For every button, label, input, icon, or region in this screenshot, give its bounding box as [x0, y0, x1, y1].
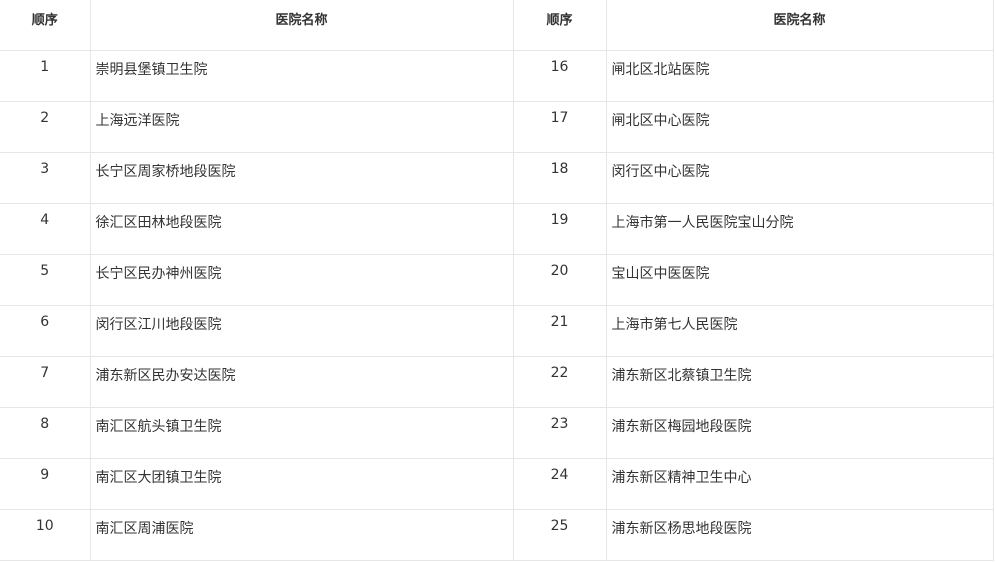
hospital-name-cell: 长宁区民办神州医院 — [89, 254, 514, 306]
header-order-right: 顺序 — [512, 0, 607, 51]
hospital-name-cell: 宝山区中医医院 — [605, 254, 994, 306]
hospital-name-cell: 上海市第七人民医院 — [605, 305, 994, 357]
order-cell: 7 — [0, 356, 91, 408]
hospital-name-cell: 崇明县堡镇卫生院 — [89, 50, 514, 102]
table-row: 7 浦东新区民办安达医院 22 浦东新区北蔡镇卫生院 — [0, 356, 994, 408]
hospital-name-cell: 闵行区中心医院 — [605, 152, 994, 204]
table-row: 5 长宁区民办神州医院 20 宝山区中医医院 — [0, 254, 994, 306]
hospital-name-cell: 上海远洋医院 — [89, 101, 514, 153]
order-cell: 10 — [0, 509, 91, 561]
order-cell: 1 — [0, 50, 91, 102]
table-row: 3 长宁区周家桥地段医院 18 闵行区中心医院 — [0, 152, 994, 204]
hospital-name-cell: 南汇区航头镇卫生院 — [89, 407, 514, 459]
hospital-name-cell: 浦东新区杨思地段医院 — [605, 509, 994, 561]
order-cell: 21 — [512, 305, 607, 357]
hospital-name-cell: 闸北区北站医院 — [605, 50, 994, 102]
order-cell: 4 — [0, 203, 91, 255]
order-cell: 9 — [0, 458, 91, 510]
order-cell: 5 — [0, 254, 91, 306]
hospital-table: 顺序 医院名称 顺序 医院名称 1 崇明县堡镇卫生院 16 闸北区北站医院 2 … — [0, 0, 994, 561]
header-hospital-name-right: 医院名称 — [605, 0, 994, 51]
hospital-name-cell: 浦东新区梅园地段医院 — [605, 407, 994, 459]
order-cell: 22 — [512, 356, 607, 408]
header-row: 顺序 医院名称 顺序 医院名称 — [0, 0, 994, 51]
hospital-name-cell: 浦东新区民办安达医院 — [89, 356, 514, 408]
hospital-name-cell: 浦东新区北蔡镇卫生院 — [605, 356, 994, 408]
order-cell: 23 — [512, 407, 607, 459]
table-row: 9 南汇区大团镇卫生院 24 浦东新区精神卫生中心 — [0, 458, 994, 510]
hospital-name-cell: 闵行区江川地段医院 — [89, 305, 514, 357]
table-row: 8 南汇区航头镇卫生院 23 浦东新区梅园地段医院 — [0, 407, 994, 459]
table-row: 10 南汇区周浦医院 25 浦东新区杨思地段医院 — [0, 509, 994, 561]
order-cell: 19 — [512, 203, 607, 255]
order-cell: 16 — [512, 50, 607, 102]
header-order-left: 顺序 — [0, 0, 91, 51]
hospital-name-cell: 浦东新区精神卫生中心 — [605, 458, 994, 510]
order-cell: 17 — [512, 101, 607, 153]
table-row: 1 崇明县堡镇卫生院 16 闸北区北站医院 — [0, 50, 994, 102]
hospital-name-cell: 闸北区中心医院 — [605, 101, 994, 153]
order-cell: 2 — [0, 101, 91, 153]
order-cell: 3 — [0, 152, 91, 204]
order-cell: 20 — [512, 254, 607, 306]
hospital-name-cell: 南汇区大团镇卫生院 — [89, 458, 514, 510]
table-row: 6 闵行区江川地段医院 21 上海市第七人民医院 — [0, 305, 994, 357]
hospital-name-cell: 长宁区周家桥地段医院 — [89, 152, 514, 204]
table-row: 2 上海远洋医院 17 闸北区中心医院 — [0, 101, 994, 153]
hospital-name-cell: 徐汇区田林地段医院 — [89, 203, 514, 255]
order-cell: 6 — [0, 305, 91, 357]
table-row: 4 徐汇区田林地段医院 19 上海市第一人民医院宝山分院 — [0, 203, 994, 255]
order-cell: 18 — [512, 152, 607, 204]
hospital-name-cell: 南汇区周浦医院 — [89, 509, 514, 561]
order-cell: 8 — [0, 407, 91, 459]
order-cell: 25 — [512, 509, 607, 561]
order-cell: 24 — [512, 458, 607, 510]
header-hospital-name-left: 医院名称 — [89, 0, 514, 51]
hospital-name-cell: 上海市第一人民医院宝山分院 — [605, 203, 994, 255]
